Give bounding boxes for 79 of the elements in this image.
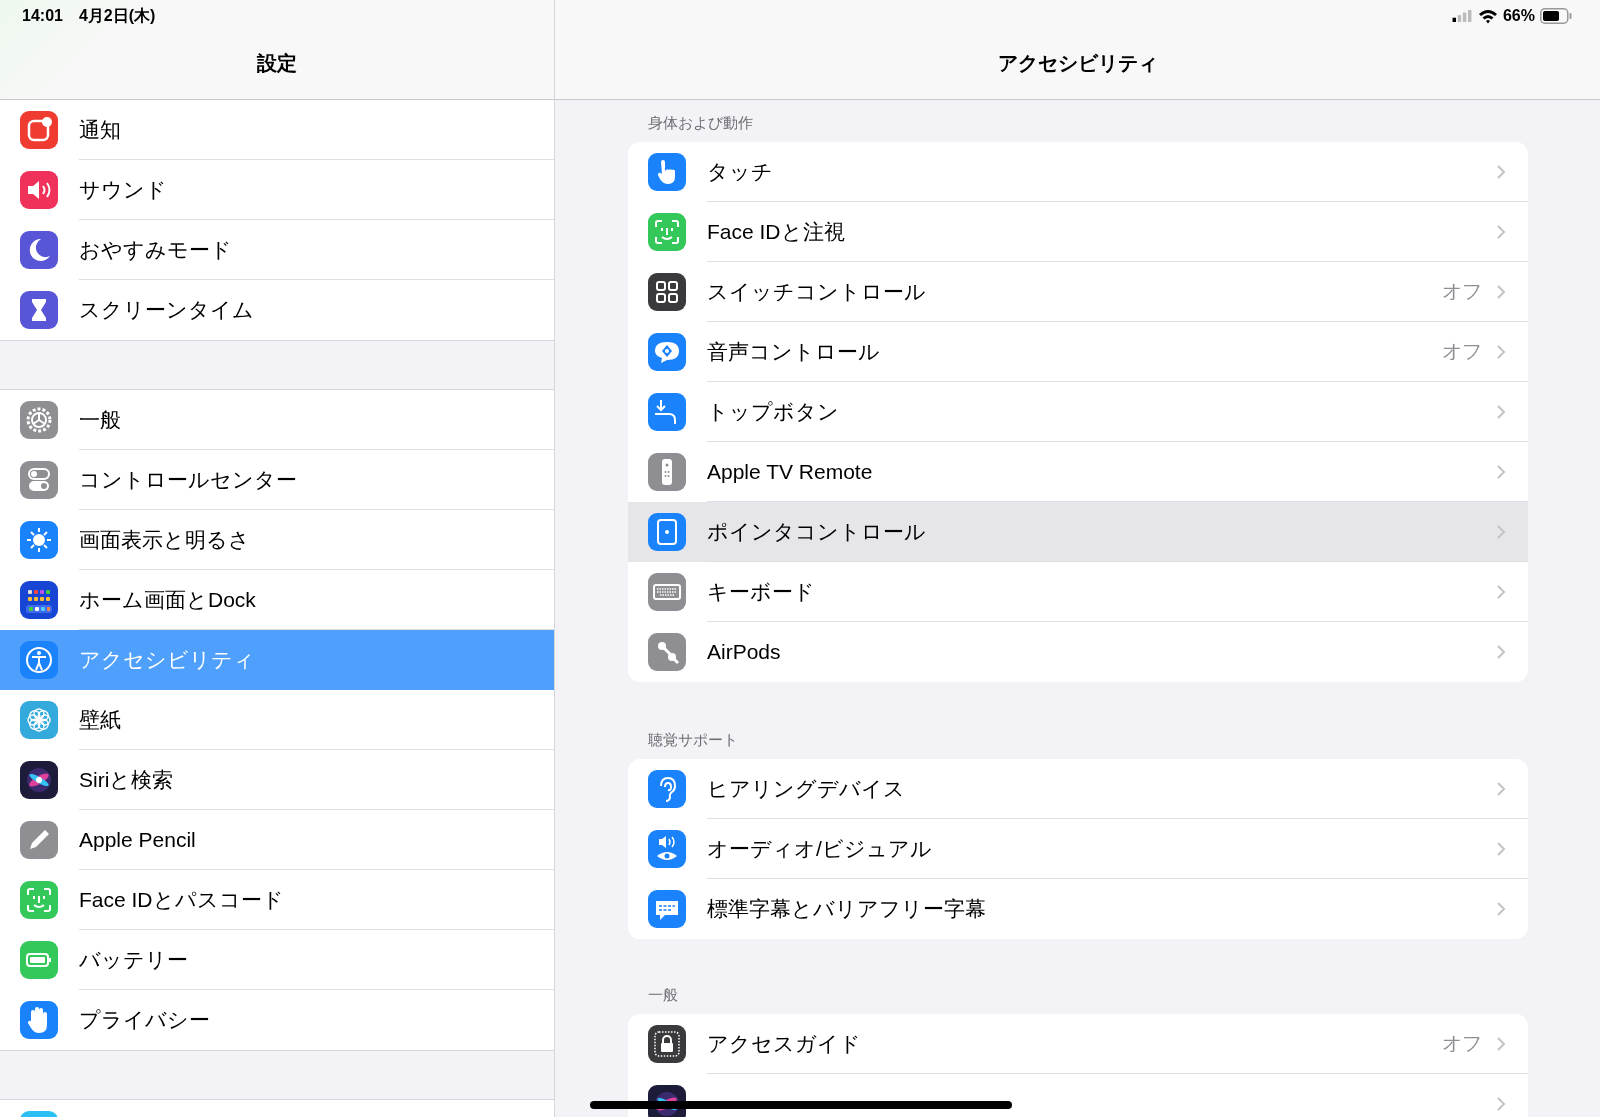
orb-icon — [20, 761, 58, 799]
settings-row[interactable]: タッチ — [628, 142, 1528, 202]
settings-row[interactable]: 音声コントロール オフ — [628, 322, 1528, 382]
sidebar-item[interactable]: コントロールセンター — [0, 450, 554, 510]
lock-icon — [648, 1025, 686, 1063]
moon-icon — [20, 231, 58, 269]
row-value: オフ — [1442, 1031, 1482, 1056]
sidebar-item[interactable]: Face IDとパスコード — [0, 870, 554, 930]
settings-row[interactable]: スイッチコントロール オフ — [628, 262, 1528, 322]
caption-icon — [648, 890, 686, 928]
ear-icon — [648, 770, 686, 808]
face-icon — [20, 881, 58, 919]
chevron-icon — [1496, 463, 1506, 480]
sidebar-item[interactable]: 画面表示と明るさ — [0, 510, 554, 570]
sidebar-item[interactable]: スクリーンタイム — [0, 280, 554, 340]
grid-icon — [648, 273, 686, 311]
accessibility-icon — [20, 641, 58, 679]
speaker-icon — [648, 830, 686, 868]
app-grid-icon — [20, 581, 58, 619]
sidebar-item[interactable]: バッテリー — [0, 930, 554, 990]
chevron-icon — [1496, 283, 1506, 300]
sidebar-item[interactable]: 通知 — [0, 100, 554, 160]
settings-row[interactable]: キーボード — [628, 562, 1528, 622]
keyboard-icon — [648, 573, 686, 611]
settings-icon — [20, 401, 58, 439]
sidebar-item[interactable]: 一般 — [0, 390, 554, 450]
toggle-icon — [20, 461, 58, 499]
wifi-icon — [1477, 8, 1498, 24]
settings-row[interactable]: AirPods — [628, 622, 1528, 682]
sidebar-item[interactable]: プライバシー — [0, 990, 554, 1050]
pencil-icon — [20, 821, 58, 859]
sidebar-item[interactable]: 壁紙 — [0, 690, 554, 750]
signal-icon — [1450, 10, 1473, 22]
battery-percent: 66% — [1502, 7, 1535, 25]
status-time: 14:01 — [22, 7, 63, 25]
chevron-icon — [1496, 780, 1506, 797]
remote-icon — [648, 453, 686, 491]
hourglass-icon — [20, 291, 58, 329]
chevron-icon — [1496, 343, 1506, 360]
sidebar-item[interactable]: サウンド — [0, 160, 554, 220]
pointing-hand-icon — [648, 153, 686, 191]
chevron-icon — [1496, 403, 1506, 420]
notification-icon — [20, 111, 58, 149]
chevron-icon — [1496, 643, 1506, 660]
status-date: 4月2日(木) — [78, 5, 156, 26]
section-header: 一般 — [648, 986, 678, 1005]
chevron-icon — [1496, 900, 1506, 917]
settings-row[interactable]: トップボタン — [628, 382, 1528, 442]
settings-row[interactable]: アクセスガイド オフ — [628, 1014, 1528, 1074]
flower-icon — [20, 701, 58, 739]
sidebar-item[interactable]: Siriと検索 — [0, 750, 554, 810]
chevron-icon — [1496, 1035, 1506, 1052]
settings-row[interactable]: ヒアリングデバイス — [628, 759, 1528, 819]
chevron-icon — [1496, 223, 1506, 240]
battery-icon — [1540, 8, 1572, 24]
speaker-icon — [20, 171, 58, 209]
settings-row[interactable]: ポインタコントロール — [628, 502, 1528, 562]
face-icon — [648, 213, 686, 251]
chevron-icon — [1496, 523, 1506, 540]
speech-bubble-icon — [648, 333, 686, 371]
battery-icon — [20, 941, 58, 979]
page-title: アクセシビリティ — [996, 51, 1159, 76]
sidebar-item[interactable]: おやすみモード — [0, 220, 554, 280]
pointer-icon — [648, 513, 686, 551]
chevron-icon — [1496, 840, 1506, 857]
settings-row[interactable]: オーディオ/ビジュアル — [628, 819, 1528, 879]
sidebar-title: 設定 — [256, 51, 298, 76]
chevron-icon — [1496, 583, 1506, 600]
chevron-icon — [1496, 1095, 1506, 1112]
row-value: オフ — [1442, 279, 1482, 304]
section-header: 身体および動作 — [648, 114, 753, 133]
hand-icon — [20, 1001, 58, 1039]
chevron-icon — [1496, 163, 1506, 180]
sun-icon — [20, 521, 58, 559]
settings-row[interactable]: Face IDと注視 — [628, 202, 1528, 262]
section-header: 聴覚サポート — [648, 731, 738, 750]
sidebar-item[interactable]: Apple Pencil — [0, 810, 554, 870]
settings-row[interactable]: 標準字幕とバリアフリー字幕 — [628, 879, 1528, 939]
row-value: オフ — [1442, 339, 1482, 364]
